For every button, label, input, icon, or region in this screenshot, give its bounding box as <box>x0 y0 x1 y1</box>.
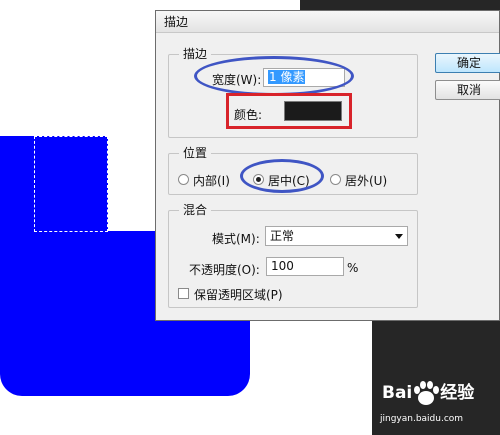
watermark-url: jingyan.baidu.com <box>380 414 464 424</box>
annotation-ring-width <box>194 56 354 96</box>
radio-inside-label: 内部(I) <box>193 174 230 188</box>
ok-button[interactable]: 确定 <box>435 53 500 73</box>
watermark-jingyan: 经验 <box>440 383 475 403</box>
radio-inside[interactable] <box>178 174 189 185</box>
annotation-ring-center <box>240 159 324 193</box>
preserve-transparency-checkbox[interactable] <box>178 288 189 299</box>
watermark-brand: Bai 经验 <box>382 378 474 403</box>
blend-group-title: 混合 <box>179 203 212 217</box>
annotation-box-color <box>226 93 352 129</box>
position-group-title: 位置 <box>179 146 212 160</box>
chevron-down-icon <box>395 234 403 239</box>
opacity-input[interactable]: 100 <box>266 257 344 276</box>
mode-label: 模式(M): <box>212 232 260 246</box>
opacity-unit: % <box>347 261 359 275</box>
opacity-value: 100 <box>271 259 294 273</box>
cancel-button[interactable]: 取消 <box>435 80 500 100</box>
radio-outside-label: 居外(U) <box>345 174 388 188</box>
mode-value: 正常 <box>270 229 295 243</box>
stroke-group-title: 描边 <box>179 47 212 61</box>
opacity-label: 不透明度(O): <box>189 263 260 277</box>
watermark-bai: Bai <box>382 383 413 403</box>
mode-select[interactable]: 正常 <box>265 226 408 246</box>
dialog-title: 描边 <box>156 11 499 33</box>
white-notch <box>108 136 158 231</box>
stroke-dialog: 描边 描边 宽度(W): 1 像素 颜色: 位置 内部(I) 居中(C) 居外(… <box>155 10 500 321</box>
radio-outside[interactable] <box>330 174 341 185</box>
preserve-transparency-label: 保留透明区域(P) <box>194 288 283 302</box>
marquee-selection <box>34 136 108 232</box>
